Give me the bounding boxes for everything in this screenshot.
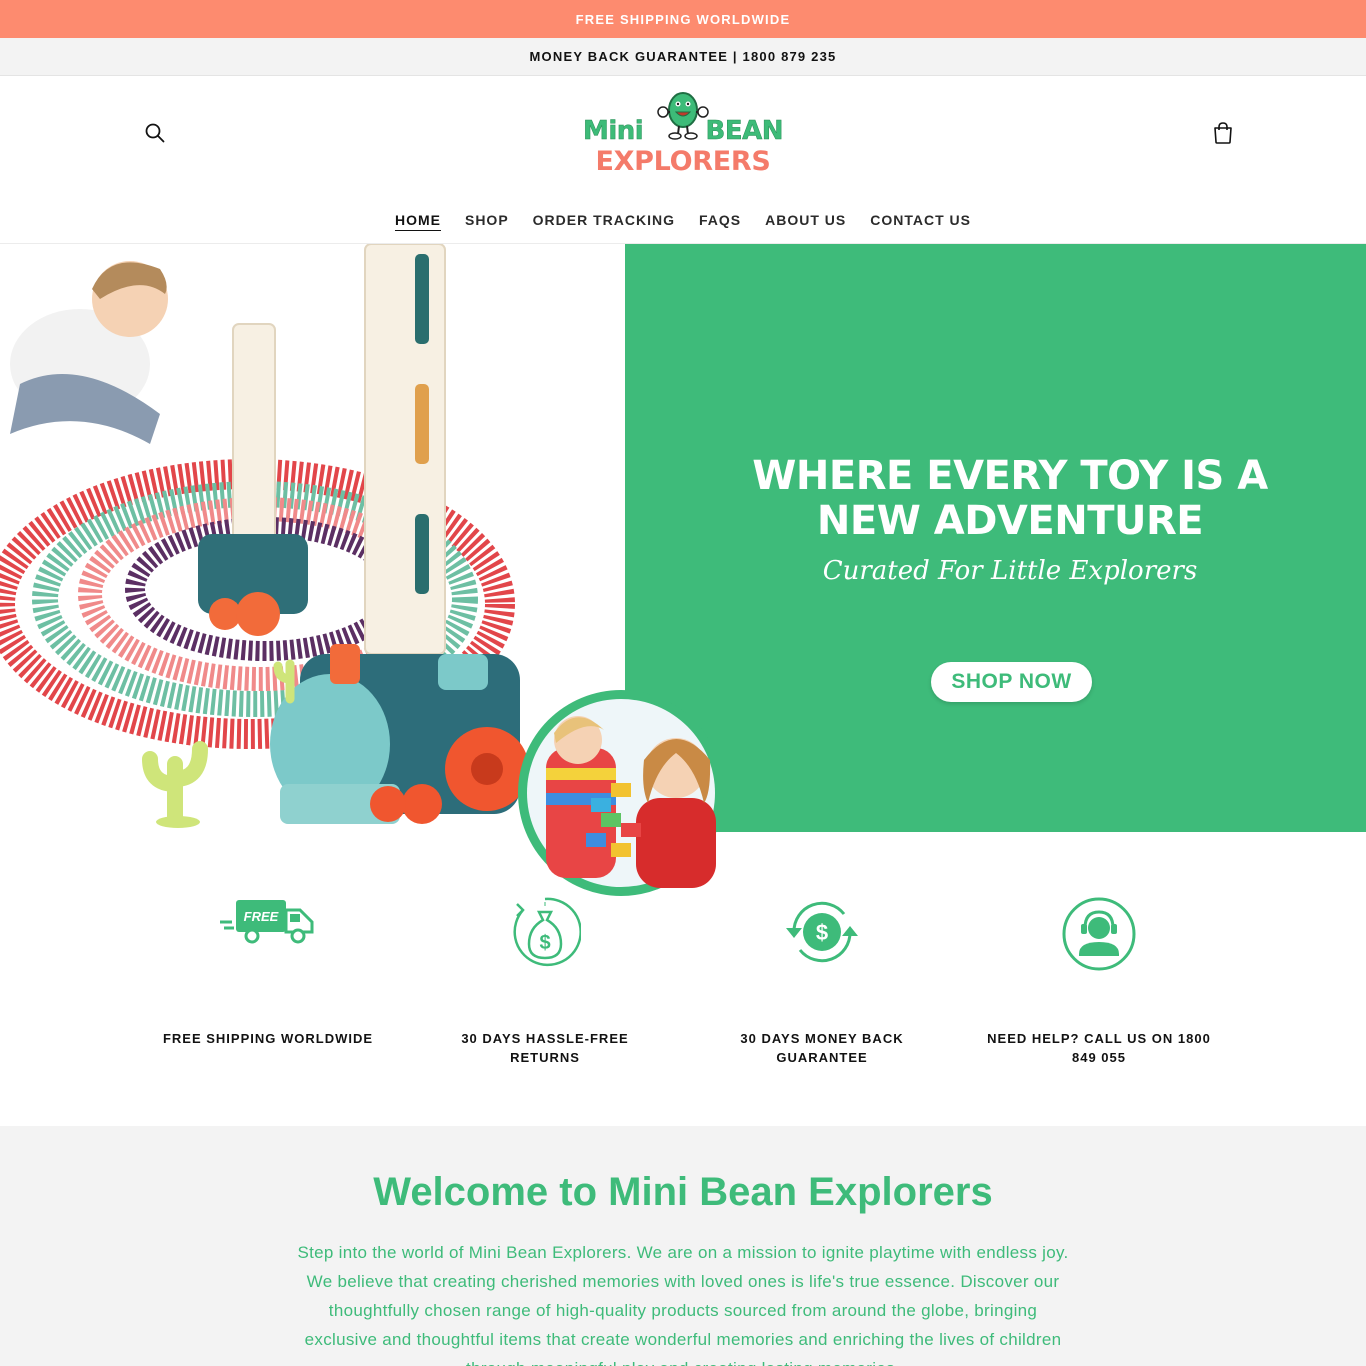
nav-order-tracking[interactable]: ORDER TRACKING: [521, 212, 687, 228]
svg-text:$: $: [816, 920, 828, 945]
money-bag-return-icon: $: [513, 897, 581, 967]
search-button[interactable]: [140, 118, 170, 148]
welcome-title: Welcome to Mini Bean Explorers: [373, 1170, 993, 1214]
hero-banner: WHERE EVERY TOY IS A NEW ADVENTURE Curat…: [0, 244, 1366, 896]
feature-label: 30 DAYS MONEY BACK GUARANTEE: [740, 1031, 904, 1065]
nav-faqs[interactable]: FAQS: [687, 212, 753, 228]
main-nav: HOME SHOP ORDER TRACKING FAQS ABOUT US C…: [0, 212, 1366, 228]
hero-subtitle: Curated For Little Explorers: [822, 556, 1198, 586]
welcome-body: Step into the world of Mini Bean Explore…: [297, 1243, 1069, 1366]
money-back-icon: $: [786, 901, 858, 963]
search-icon: [145, 123, 165, 143]
cart-icon: [1214, 122, 1232, 144]
nav-home[interactable]: HOME: [383, 212, 453, 228]
feature-label: NEED HELP? CALL US ON 1800 849 055: [987, 1031, 1211, 1065]
feature-label: 30 DAYS HASSLE-FREE RETURNS: [461, 1031, 629, 1065]
svg-text:$: $: [539, 932, 550, 954]
logo-text-bean: BEAN: [705, 116, 783, 147]
hero-promo-panel: WHERE EVERY TOY IS A NEW ADVENTURE Curat…: [625, 244, 1366, 832]
kids-playing-photo: [518, 690, 724, 896]
announcement-text: FREE SHIPPING WORLDWIDE: [575, 11, 791, 27]
nav-contact-us[interactable]: CONTACT US: [858, 212, 983, 228]
nav-about-us[interactable]: ABOUT US: [753, 212, 858, 228]
hero-title: WHERE EVERY TOY IS A NEW ADVENTURE: [752, 453, 1268, 544]
cart-button[interactable]: [1208, 118, 1238, 148]
shop-now-button[interactable]: SHOP NOW: [931, 662, 1092, 702]
free-truck-icon: FREE: [220, 900, 314, 944]
site-logo[interactable]: Mini BEAN EXPLORERS: [583, 90, 784, 180]
site-header: Mini BEAN EXPLORERS HOME SHOP ORDER TRAC…: [0, 76, 1366, 244]
feature-label: FREE SHIPPING WORLDWIDE: [162, 1031, 374, 1046]
free-badge-text: FREE: [244, 909, 279, 924]
support-agent-icon: [1062, 897, 1136, 971]
guarantee-bar: MONEY BACK GUARANTEE | 1800 879 235: [0, 38, 1366, 76]
welcome-section: Welcome to Mini Bean Explorers Step into…: [0, 1126, 1366, 1366]
guarantee-text: MONEY BACK GUARANTEE | 1800 879 235: [529, 49, 837, 64]
logo-text-explorers: EXPLORERS: [595, 146, 771, 177]
nav-shop[interactable]: SHOP: [453, 212, 521, 228]
announcement-bar: FREE SHIPPING WORLDWIDE: [0, 0, 1366, 38]
logo-text-mini: Mini: [583, 116, 644, 147]
